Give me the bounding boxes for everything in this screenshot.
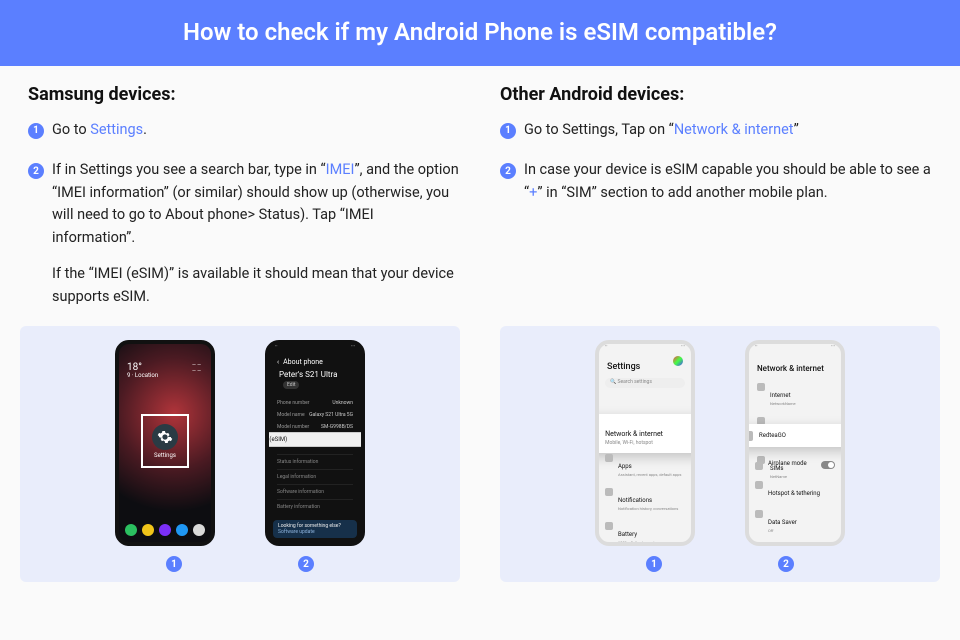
text: Go to [52,121,90,138]
text: . [143,121,147,138]
search-settings: 🔍 Search settings [605,378,685,388]
network-post-list: Airplane mode Hotspot & tethering Data S… [749,456,841,546]
num-badge-1: 1 [646,556,662,572]
samsung-heading: Samsung devices: [28,84,460,105]
other-phone-1-wrap: ····· Settings 🔍 Search settings ◈ Netwo… [595,340,695,546]
step-body: Go to Settings, Tap on “Network & intern… [524,119,932,141]
num-badge-1: 1 [166,556,182,572]
other-screens-box: ····· Settings 🔍 Search settings ◈ Netwo… [500,326,940,582]
text: If the “IMEI (eSIM)” is available it sho… [52,263,460,308]
sims-callout: RedteaGO + [745,424,845,447]
callout-title: Network & internet [605,430,663,438]
other-heading: Other Android devices: [500,84,932,105]
step-bullet-1: 1 [500,123,516,139]
wifi-icon: ◈ [595,429,599,438]
samsung-screens-nums: 1 2 [166,556,314,572]
other-column: Other Android devices: 1 Go to Settings,… [500,84,932,326]
samsung-phone-1-wrap: ····· 18° 9 · Location — —— — Settings [115,340,215,546]
about-footer: Looking for something else? Software upd… [273,520,357,538]
other-screens-nums: 1 2 [646,556,794,572]
samsung-step-2: 2 If in Settings you see a search bar, t… [28,159,460,308]
about-lower-links: Status information Legal information Sof… [277,454,353,514]
dock [125,524,205,536]
network-internet-link[interactable]: Network & internet [674,121,794,138]
other-phone-network: ····· Network & internet InternetNetwork… [745,340,845,546]
step-bullet-1: 1 [28,123,44,139]
other-step-2: 2 In case your device is eSIM capable yo… [500,159,932,204]
settings-list: AppsAssistant, recent apps, default apps… [599,448,691,546]
samsung-step-1: 1 Go to Settings. [28,119,460,141]
imei-link[interactable]: IMEI [326,161,355,178]
screenshots-row: ····· 18° 9 · Location — —— — Settings [0,326,960,582]
step-body: In case your device is eSIM capable you … [524,159,932,204]
samsung-phone-home: ····· 18° 9 · Location — —— — Settings [115,340,215,546]
main-content: Samsung devices: 1 Go to Settings. 2 If … [0,66,960,326]
imei-label: IMEI (eSIM) [265,436,287,443]
toggle-icon [821,461,835,469]
text: ” [794,121,799,138]
samsung-phone-about: ····· ‹ About phone Peter's S21 Ultra Ed… [265,340,365,546]
callout-sub: Mobile, Wi-Fi, hotspot [605,440,663,446]
text: If in Settings you see a search bar, typ… [52,161,326,178]
page-banner: How to check if my Android Phone is eSIM… [0,0,960,66]
network-title: Network & internet [749,354,841,377]
header-title: About phone [283,358,323,366]
samsung-screens-box: ····· 18° 9 · Location — —— — Settings [20,326,460,582]
samsung-column: Samsung devices: 1 Go to Settings. 2 If … [28,84,460,326]
num-badge-2: 2 [778,556,794,572]
clock-widget: — —— — [192,362,201,374]
step-bullet-2: 2 [500,163,516,179]
other-phone-2-wrap: ····· Network & internet InternetNetwork… [745,340,845,546]
samsung-phone-2-wrap: ····· ‹ About phone Peter's S21 Ultra Ed… [265,340,365,546]
banner-title: How to check if my Android Phone is eSIM… [183,18,777,46]
samsung-steps: 1 Go to Settings. 2 If in Settings you s… [28,119,460,308]
num-badge-2: 2 [298,556,314,572]
text: ” in “SIM” section to add another mobile… [537,184,827,201]
plus-icon: + [837,430,845,441]
weather-widget: 18° 9 · Location [127,362,158,380]
other-phone-settings: ····· Settings 🔍 Search settings ◈ Netwo… [595,340,695,546]
device-name: Peter's S21 Ultra Edit [269,368,361,393]
other-step-1: 1 Go to Settings, Tap on “Network & inte… [500,119,932,141]
other-steps: 1 Go to Settings, Tap on “Network & inte… [500,119,932,204]
settings-app-highlight: Settings [141,414,189,468]
sim-icon [745,431,753,441]
text: Go to Settings, Tap on “ [524,121,674,138]
step-body: Go to Settings. [52,119,460,141]
sim-name: RedteaGO [759,432,786,439]
step-bullet-2: 2 [28,163,44,179]
imei-esim-callout: IMEI (eSIM) 355 [265,432,365,447]
settings-link[interactable]: Settings [90,121,143,138]
edit-badge: Edit [283,381,299,389]
gear-icon [152,424,178,450]
about-phone-header: ‹ About phone [269,354,361,368]
settings-label: Settings [154,452,176,459]
back-icon: ‹ [277,358,279,366]
step-body: If in Settings you see a search bar, typ… [52,159,460,308]
